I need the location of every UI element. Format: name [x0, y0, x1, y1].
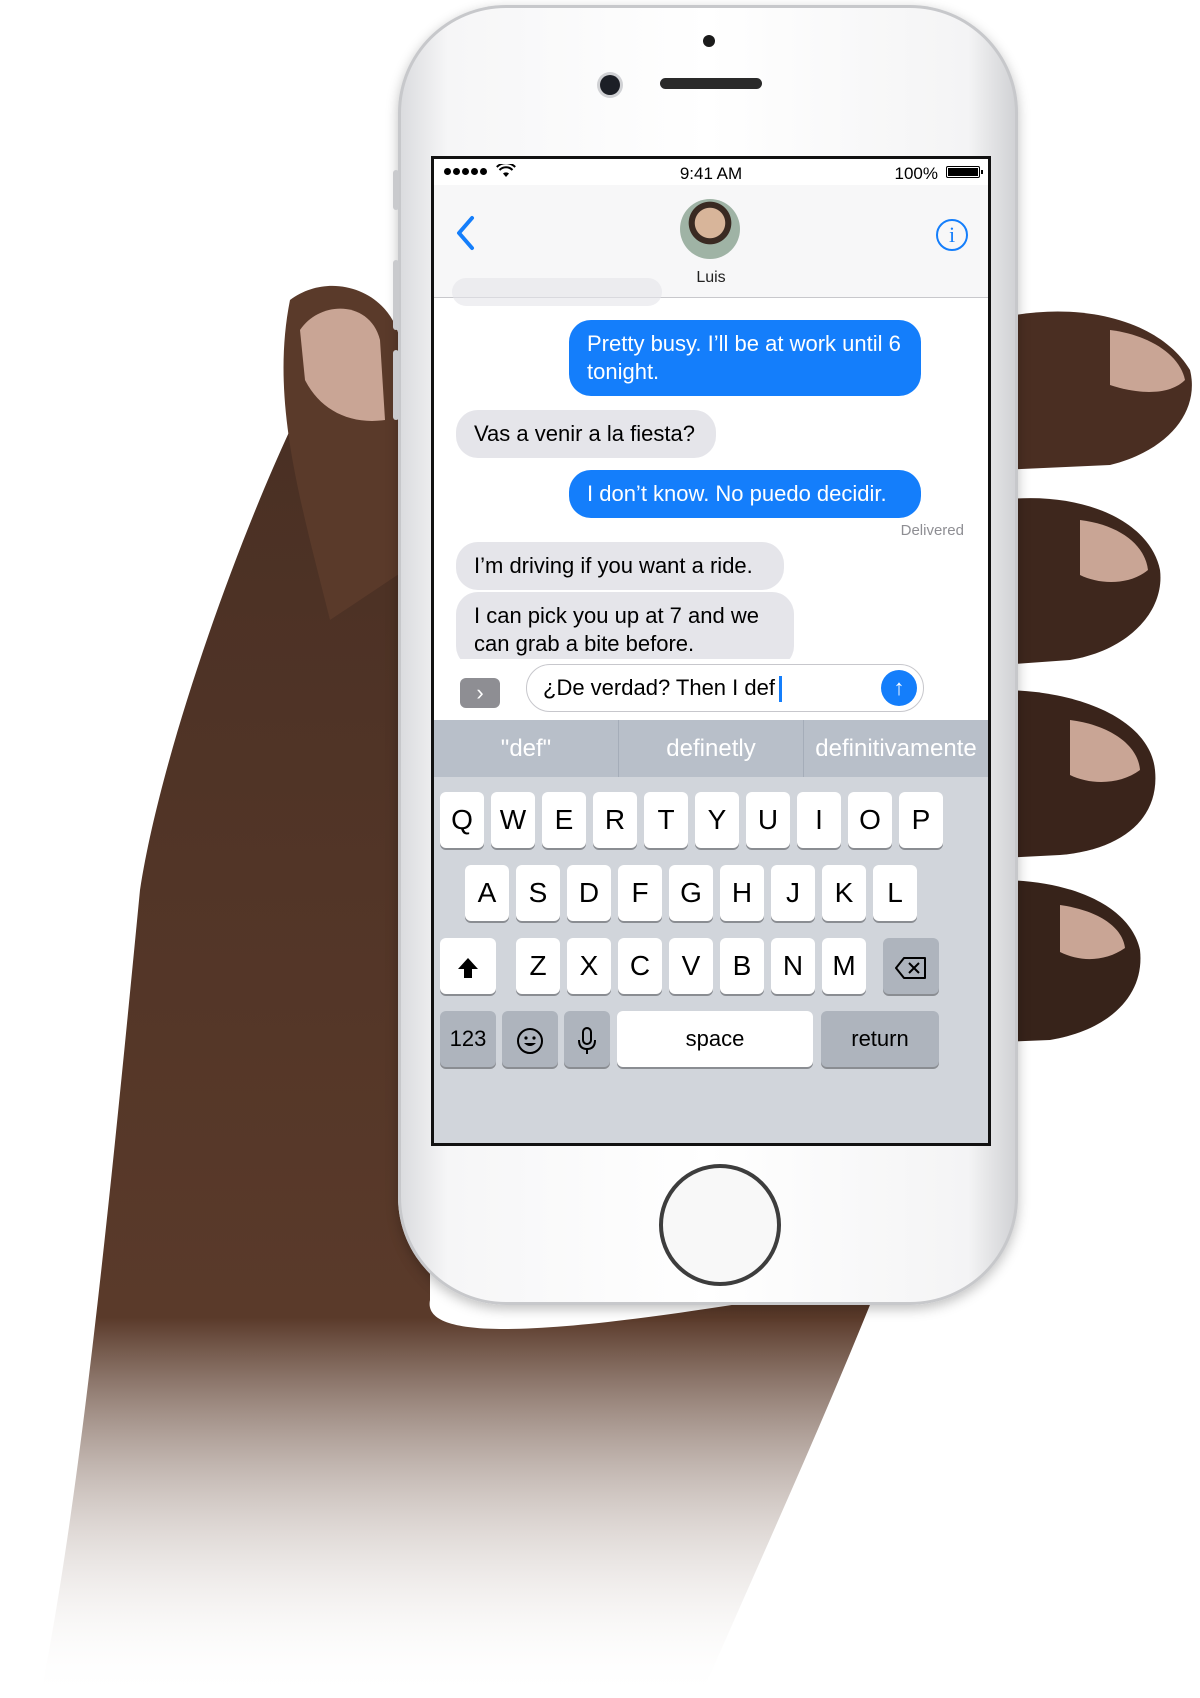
key-z[interactable]: Z [516, 938, 560, 994]
emoji-icon [517, 1027, 543, 1054]
key-n[interactable]: N [771, 938, 815, 994]
key-m[interactable]: M [822, 938, 866, 994]
message-bubble-incoming[interactable]: Vas a venir a la fiesta? [456, 410, 716, 458]
microphone-icon [578, 1026, 596, 1054]
delete-key[interactable] [883, 938, 939, 994]
message-input[interactable]: ¿De verdad? Then I def ↑ [526, 664, 924, 712]
message-bubble-outgoing[interactable]: I don’t know. No puedo decidir. [569, 470, 921, 518]
key-x[interactable]: X [567, 938, 611, 994]
key-j[interactable]: J [771, 865, 815, 921]
front-camera [600, 75, 620, 95]
key-f[interactable]: F [618, 865, 662, 921]
chevron-left-icon[interactable] [454, 215, 478, 251]
space-key[interactable]: space [617, 1011, 813, 1067]
message-input-text: ¿De verdad? Then I def [543, 675, 775, 700]
key-h[interactable]: H [720, 865, 764, 921]
volume-button [393, 350, 399, 420]
key-o[interactable]: O [848, 792, 892, 848]
compose-bar: › ¿De verdad? Then I def ↑ [434, 659, 988, 721]
info-icon[interactable]: i [936, 219, 968, 251]
backspace-icon [895, 956, 926, 979]
earpiece-speaker [660, 78, 762, 89]
message-bubble-partial [452, 278, 662, 306]
shift-key[interactable] [440, 938, 496, 994]
dictation-key[interactable] [564, 1011, 610, 1067]
phone-side-button [393, 170, 399, 210]
proximity-sensor [703, 35, 715, 47]
key-y[interactable]: Y [695, 792, 739, 848]
send-arrow-icon[interactable]: ↑ [881, 670, 917, 706]
key-l[interactable]: L [873, 865, 917, 921]
key-b[interactable]: B [720, 938, 764, 994]
key-i[interactable]: I [797, 792, 841, 848]
shift-icon [458, 957, 478, 978]
battery-percent: 100% [894, 164, 938, 183]
numbers-key[interactable]: 123 [440, 1011, 496, 1067]
message-bubble-incoming[interactable]: I can pick you up at 7 and we can grab a… [456, 592, 794, 668]
avatar[interactable] [680, 199, 740, 259]
key-w[interactable]: W [491, 792, 535, 848]
suggestion-item[interactable]: definetly [619, 720, 804, 777]
battery-icon [946, 166, 983, 178]
text-caret [778, 676, 782, 703]
key-d[interactable]: D [567, 865, 611, 921]
status-bar: 9:41 AM 100% [434, 159, 988, 185]
key-r[interactable]: R [593, 792, 637, 848]
key-g[interactable]: G [669, 865, 713, 921]
key-t[interactable]: T [644, 792, 688, 848]
key-e[interactable]: E [542, 792, 586, 848]
key-v[interactable]: V [669, 938, 713, 994]
key-c[interactable]: C [618, 938, 662, 994]
key-a[interactable]: A [465, 865, 509, 921]
return-key[interactable]: return [821, 1011, 939, 1067]
key-s[interactable]: S [516, 865, 560, 921]
suggestion-item[interactable]: "def" [434, 720, 619, 777]
message-bubble-outgoing[interactable]: Pretty busy. I’ll be at work until 6 ton… [569, 320, 921, 396]
keyboard: "def" definetly definitivamente Q W E R … [434, 720, 988, 1143]
key-q[interactable]: Q [440, 792, 484, 848]
home-button[interactable] [659, 1164, 781, 1286]
phone-screen: 9:41 AM 100% Luis i Pretty busy. I’ll be… [431, 156, 991, 1146]
chevron-right-icon[interactable]: › [460, 678, 500, 708]
predictive-bar: "def" definetly definitivamente [434, 720, 988, 777]
key-p[interactable]: P [899, 792, 943, 848]
emoji-key[interactable] [502, 1011, 558, 1067]
key-k[interactable]: K [822, 865, 866, 921]
suggestion-item[interactable]: definitivamente [804, 720, 988, 777]
message-bubble-incoming[interactable]: I’m driving if you want a ride. [456, 542, 784, 590]
delivered-label: Delivered [900, 522, 964, 539]
key-u[interactable]: U [746, 792, 790, 848]
volume-button [393, 260, 399, 330]
